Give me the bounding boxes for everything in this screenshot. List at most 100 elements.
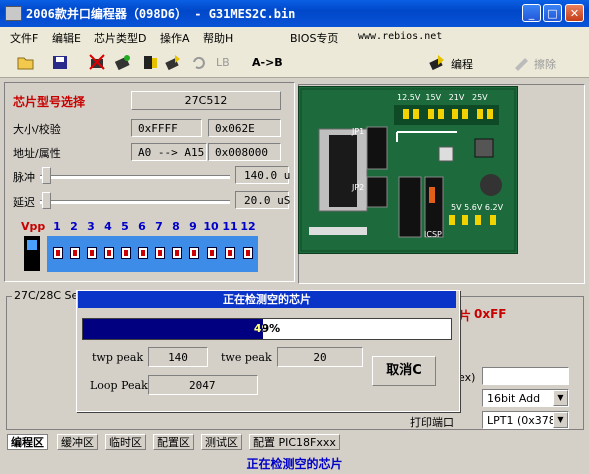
dip-switch[interactable] — [187, 238, 203, 270]
jumper-15v: 15V — [425, 93, 442, 102]
tab-buffer[interactable]: 缓冲区 — [57, 434, 98, 450]
program-button[interactable]: 编程 — [451, 56, 473, 72]
tab-temp[interactable]: 临时区 — [105, 434, 146, 450]
vpp-label: Vpp — [21, 220, 46, 233]
blank-check-icon[interactable] — [164, 54, 182, 71]
minimize-button[interactable]: _ — [522, 4, 541, 22]
dip-switch[interactable] — [136, 238, 152, 270]
print-port-label: 打印端口 — [410, 416, 454, 429]
erase-button[interactable]: 擦除 — [534, 56, 556, 72]
menu-bios-page[interactable]: BIOS专页 — [290, 30, 338, 46]
vcc-jumper-labels: 5V 5.6V 6.2V — [451, 203, 503, 212]
dip-switch[interactable] — [223, 238, 239, 270]
chevron-down-icon[interactable]: ▼ — [553, 390, 568, 406]
dip-number: 5 — [121, 220, 129, 233]
twe-peak-label: twe peak — [221, 351, 272, 364]
maximize-button[interactable]: □ — [543, 4, 562, 22]
dip-number: 8 — [172, 220, 180, 233]
delay-slider-track — [40, 200, 230, 204]
vpp-switch[interactable] — [24, 236, 40, 271]
chevron-down-icon[interactable]: ▼ — [553, 412, 568, 428]
dip-switch[interactable] — [205, 238, 221, 270]
jumper-21v: 21V — [448, 93, 465, 102]
verify-icon[interactable] — [114, 54, 132, 71]
lb-button[interactable]: LB — [216, 56, 230, 69]
pulse-slider-track — [40, 175, 230, 179]
dip-switch[interactable] — [51, 238, 67, 270]
offset-input[interactable] — [482, 367, 569, 385]
menu-website[interactable]: www.rebios.net — [358, 31, 442, 42]
undo-icon[interactable] — [190, 54, 208, 71]
pulse-label: 脉冲 — [13, 171, 35, 184]
dip-number: 10 — [203, 220, 219, 233]
progress-bar: 49% — [82, 318, 452, 340]
tab-pic18-config[interactable]: 配置 PIC18Fxxx — [249, 434, 340, 450]
hex-offset-label: ex) — [458, 371, 476, 384]
menu-file[interactable]: 文件F — [10, 30, 38, 46]
dip-switch[interactable] — [153, 238, 169, 270]
app-icon — [5, 6, 22, 21]
port-select[interactable]: LPT1 (0x378) ▼ — [482, 411, 569, 429]
fill-value-label: 0xFF — [474, 307, 507, 321]
jumper-5v: 5V — [451, 203, 462, 212]
dip-number: 6 — [138, 220, 146, 233]
bit-select-value: 16bit Add — [487, 392, 541, 405]
window-title: 2006款并口编程器（098D6） - G31MES2C.bin — [26, 7, 296, 21]
dip-number: 3 — [87, 220, 95, 233]
jp2-label: JP2 — [352, 183, 365, 192]
twe-peak-value: 20 — [277, 347, 363, 367]
size-checksum-label: 大小/校验 — [13, 123, 61, 136]
menu-edit[interactable]: 编辑E — [52, 30, 81, 46]
menu-chip-type[interactable]: 芯片类型D — [94, 30, 146, 46]
status-text: 正在检测空的芯片 — [246, 457, 343, 471]
dip-number: 9 — [189, 220, 197, 233]
tab-program[interactable]: 编程区 — [7, 434, 48, 450]
chip-select-label: 芯片型号选择 — [13, 95, 86, 109]
twp-peak-value: 140 — [148, 347, 208, 367]
address-attribute-label: 地址/属性 — [13, 147, 61, 160]
dip-switch[interactable] — [85, 238, 101, 270]
pulse-slider-thumb[interactable] — [42, 167, 51, 184]
close-button[interactable]: ✕ — [565, 4, 584, 22]
bit-select[interactable]: 16bit Add ▼ — [482, 389, 569, 407]
twp-peak-label: twp peak — [92, 351, 144, 364]
chip-info-icon[interactable] — [140, 54, 158, 71]
dialog-title: 正在检测空的芯片 — [78, 291, 456, 308]
delay-value-field[interactable]: 20.0 uS — [235, 191, 290, 209]
port-select-value: LPT1 (0x378) — [487, 414, 561, 427]
progress-text: 49% — [253, 322, 281, 335]
read-chip-icon[interactable] — [88, 54, 106, 71]
board-graphic — [300, 88, 516, 252]
dip-number: 7 — [155, 220, 163, 233]
dip-number: 4 — [104, 220, 112, 233]
erase-icon[interactable] — [512, 54, 530, 71]
pulse-value-field[interactable]: 140.0 u — [235, 166, 290, 184]
tab-config[interactable]: 配置区 — [153, 434, 194, 450]
cancel-button[interactable]: 取消C — [372, 356, 436, 386]
tab-test[interactable]: 测试区 — [201, 434, 242, 450]
save-icon[interactable] — [51, 54, 69, 71]
dip-number: 2 — [70, 220, 78, 233]
dip-switch[interactable] — [68, 238, 84, 270]
vpp-jumper-labels: 12.5V 15V 21V 25V — [397, 93, 488, 102]
jp1-label: JP1 — [352, 127, 365, 136]
jumper-25v: 25V — [471, 93, 488, 102]
programmer-board-image: 12.5V 15V 21V 25V 5V 5.6V 6.2V JP1 JP2 I… — [298, 86, 518, 254]
dip-switch[interactable] — [102, 238, 118, 270]
jumper-6v2: 6.2V — [484, 203, 504, 212]
icsp-label: ICSP — [424, 230, 442, 239]
address-range-field: A0 --> A15 — [131, 143, 207, 161]
program-icon[interactable] — [428, 54, 446, 71]
menu-help[interactable]: 帮助H — [203, 30, 233, 46]
menu-operation[interactable]: 操作A — [160, 30, 190, 46]
open-folder-icon[interactable] — [17, 54, 35, 71]
dip-number: 1 — [53, 220, 61, 233]
delay-slider-thumb[interactable] — [42, 192, 51, 209]
group-title: 27C/28C Se — [12, 289, 81, 302]
a-to-b-button[interactable]: A->B — [252, 56, 283, 69]
dip-switch[interactable] — [170, 238, 186, 270]
chip-model-button[interactable]: 27C512 — [131, 91, 281, 110]
jumper-5v6: 5.6V — [464, 203, 483, 212]
dip-switch[interactable] — [119, 238, 135, 270]
dip-switch[interactable] — [241, 238, 257, 270]
